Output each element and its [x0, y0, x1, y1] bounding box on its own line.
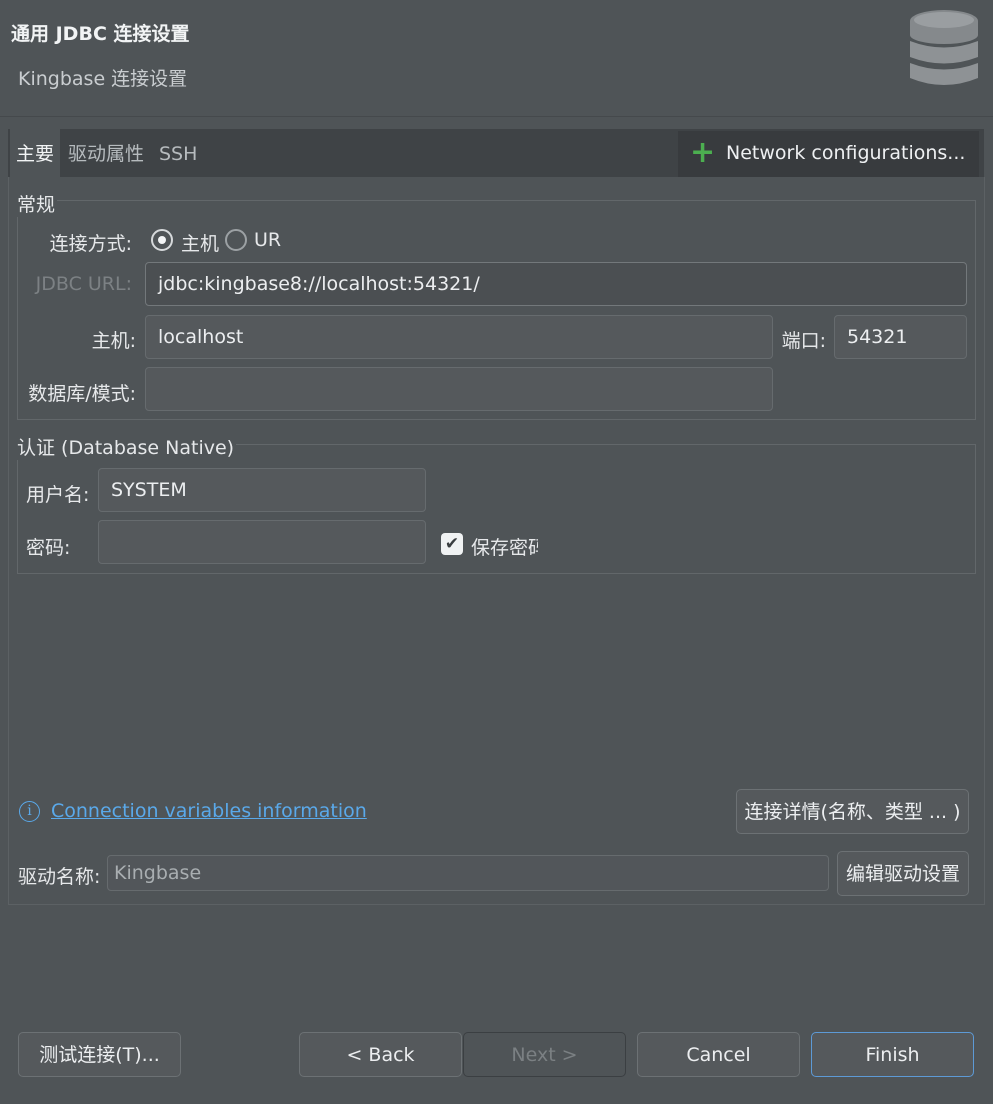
connection-details-button[interactable]: 连接详情(名称、类型 ... ) — [736, 789, 969, 834]
next-button[interactable]: Next > — [463, 1032, 626, 1077]
network-configurations-label: Network configurations... — [726, 142, 966, 164]
password-label: 密码: — [26, 537, 71, 559]
database-icon — [909, 8, 979, 88]
save-password-label[interactable]: 保存密码 — [471, 533, 538, 560]
radio-url-label[interactable]: UR — [254, 229, 281, 251]
tab-driver-properties[interactable]: 驱动属性 — [68, 129, 144, 177]
radio-host[interactable] — [151, 229, 173, 251]
dialog-subtitle: Kingbase 连接设置 — [18, 68, 188, 90]
host-label: 主机: — [91, 330, 136, 352]
tab-ssh[interactable]: SSH — [159, 129, 197, 177]
connection-variables-link[interactable]: Connection variables information — [51, 800, 367, 822]
connect-by-label: 连接方式: — [49, 233, 132, 255]
save-password-checkbox[interactable]: ✔ — [441, 533, 463, 555]
auth-group-label: 认证 (Database Native) — [17, 433, 237, 460]
edit-driver-settings-button[interactable]: 编辑驱动设置 — [837, 851, 969, 896]
host-input[interactable]: localhost — [145, 315, 773, 359]
port-input[interactable]: 54321 — [834, 315, 967, 359]
general-group-label: 常规 — [17, 190, 58, 217]
username-input[interactable]: SYSTEM — [98, 468, 426, 512]
radio-host-label[interactable]: 主机 — [181, 229, 219, 256]
finish-button[interactable]: Finish — [811, 1032, 974, 1077]
test-connection-button[interactable]: 测试连接(T)... — [18, 1032, 181, 1077]
username-label: 用户名: — [26, 484, 90, 506]
back-button[interactable]: < Back — [299, 1032, 462, 1077]
jdbc-url-input[interactable]: jdbc:kingbase8://localhost:54321/ — [145, 262, 967, 306]
network-configurations-button[interactable]: + Network configurations... — [678, 131, 979, 177]
jdbc-url-label: JDBC URL: — [35, 273, 132, 295]
database-input[interactable] — [145, 367, 773, 411]
database-label: 数据库/模式: — [28, 383, 136, 405]
driver-name-field: Kingbase — [107, 855, 829, 891]
plus-icon: + — [690, 135, 716, 170]
dialog-title: 通用 JDBC 连接设置 — [11, 23, 190, 45]
driver-name-label: 驱动名称: — [18, 866, 101, 888]
port-label: 端口: — [781, 330, 826, 352]
cancel-button[interactable]: Cancel — [637, 1032, 800, 1077]
password-input[interactable] — [98, 520, 426, 564]
tab-main[interactable]: 主要 — [10, 129, 61, 177]
radio-url[interactable] — [225, 229, 247, 251]
info-icon: i — [19, 801, 40, 822]
header-separator — [0, 116, 993, 117]
